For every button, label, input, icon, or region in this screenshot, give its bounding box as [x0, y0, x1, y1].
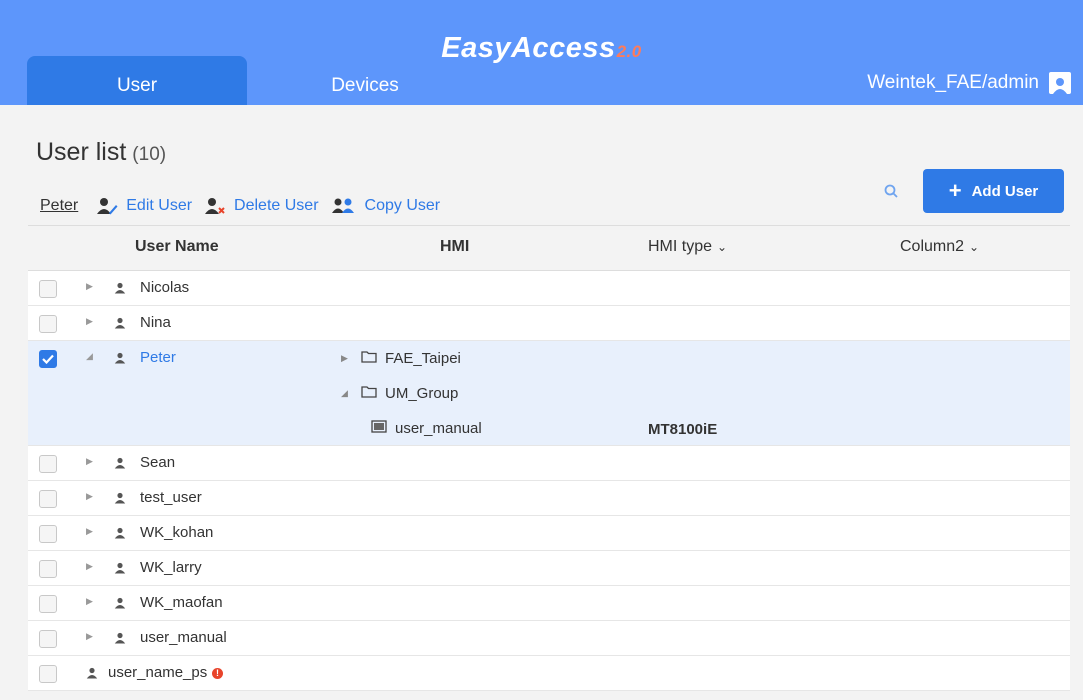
caret-right-icon[interactable]: ▶: [86, 491, 93, 502]
person-icon: [86, 666, 98, 683]
hmi-device-icon: [371, 420, 395, 437]
caret-down-icon: ◢: [341, 388, 348, 398]
person-icon: [114, 596, 126, 613]
caret-right-icon[interactable]: ▶: [86, 526, 93, 537]
col-user-name: User Name: [135, 238, 219, 255]
row-checkbox[interactable]: [39, 280, 57, 298]
row-checkbox[interactable]: [39, 350, 57, 368]
caret-right-icon[interactable]: ▶: [86, 631, 93, 642]
row-checkbox[interactable]: [39, 595, 57, 613]
user-name: user_name_ps: [108, 664, 208, 681]
search-icon: [884, 184, 898, 198]
account-name: Weintek_FAE/admin: [867, 72, 1039, 93]
user-table: User Name HMI HMI type ⌄ Column2 ⌄ ▶ Nicola…: [28, 225, 1070, 691]
caret-right-icon[interactable]: ▶: [86, 316, 93, 327]
user-account-icon: [1049, 72, 1071, 94]
table-row[interactable]: ▶ Nina: [28, 306, 1070, 341]
warning-icon: !: [212, 668, 223, 679]
table-row[interactable]: ▶ WK_kohan: [28, 516, 1070, 551]
person-icon: [114, 316, 126, 333]
user-name: Nicolas: [140, 279, 190, 296]
col-column2[interactable]: Column2 ⌄: [900, 238, 979, 256]
user-name: test_user: [140, 489, 202, 506]
chevron-down-icon: ⌄: [969, 240, 980, 254]
hmi-device-row[interactable]: user_manual: [371, 420, 482, 437]
user-count: (10): [132, 144, 167, 165]
person-icon: [114, 631, 126, 648]
copy-user-icon: [331, 198, 354, 213]
table-row[interactable]: ▶ WK_maofan: [28, 586, 1070, 621]
account-menu[interactable]: Weintek_FAE/admin: [867, 72, 1071, 94]
user-name: user_manual: [140, 629, 227, 646]
row-checkbox[interactable]: [39, 560, 57, 578]
checkmark-icon: [42, 354, 54, 364]
row-checkbox[interactable]: [39, 490, 57, 508]
edit-user-icon: [97, 198, 118, 215]
caret-right-icon[interactable]: ▶: [86, 456, 93, 467]
hmi-type-value: MT8100iE: [648, 421, 718, 438]
col-hmi-type[interactable]: HMI type ⌄: [648, 238, 727, 256]
user-toolbar: Peter Edit User Delete User Copy User: [40, 197, 452, 215]
table-row[interactable]: ▶ WK_larry: [28, 551, 1070, 586]
row-checkbox[interactable]: [39, 630, 57, 648]
table-row[interactable]: user_name_ps!: [28, 656, 1070, 691]
caret-right-icon[interactable]: ▶: [86, 281, 93, 292]
hmi-group-row[interactable]: ◢ UM_Group: [341, 385, 458, 402]
table-row[interactable]: ▶ Nicolas: [28, 271, 1070, 306]
user-name: Sean: [140, 454, 176, 471]
tab-devices[interactable]: Devices: [300, 56, 430, 105]
row-checkbox[interactable]: [39, 665, 57, 683]
user-name[interactable]: Peter: [140, 349, 176, 366]
table-header: User Name HMI HMI type ⌄ Column2 ⌄: [28, 225, 1070, 271]
hmi-group-row[interactable]: ▶ FAE_Taipei: [341, 350, 461, 367]
person-icon: [114, 456, 126, 473]
user-name: WK_larry: [140, 559, 202, 576]
row-checkbox[interactable]: [39, 315, 57, 333]
app-header: EasyAccess2.0 User Devices Weintek_FAE/a…: [0, 0, 1083, 105]
folder-icon: [361, 350, 385, 367]
user-name: WK_kohan: [140, 524, 214, 541]
caret-down-icon[interactable]: ◢: [86, 351, 93, 362]
edit-user-button[interactable]: Edit User: [96, 197, 192, 215]
user-name: Nina: [140, 314, 171, 331]
person-icon: [114, 491, 126, 508]
caret-right-icon[interactable]: ▶: [86, 596, 93, 607]
selected-user-label: Peter: [40, 197, 79, 214]
person-icon: [114, 561, 126, 578]
table-row[interactable]: ▶ Sean: [28, 446, 1070, 481]
table-row[interactable]: ▶ test_user: [28, 481, 1070, 516]
caret-right-icon: ▶: [341, 353, 348, 363]
tab-user[interactable]: User: [27, 56, 247, 105]
user-name: WK_maofan: [140, 594, 223, 611]
search-button[interactable]: [876, 176, 906, 206]
plus-icon: +: [948, 178, 962, 203]
row-checkbox[interactable]: [39, 455, 57, 473]
person-icon: [114, 526, 126, 543]
row-checkbox[interactable]: [39, 525, 57, 543]
chevron-down-icon: ⌄: [717, 240, 728, 254]
person-icon: [114, 351, 126, 368]
table-row[interactable]: ◢ Peter ▶ FAE_Taipei ◢ UM_Group user_manual MT8…: [28, 341, 1070, 446]
table-row[interactable]: ▶ user_manual: [28, 621, 1070, 656]
caret-right-icon[interactable]: ▶: [86, 561, 93, 572]
col-hmi: HMI: [440, 238, 470, 255]
add-user-button[interactable]: + Add User: [923, 169, 1064, 213]
page-title: User list (10): [36, 138, 167, 166]
copy-user-button[interactable]: Copy User: [331, 197, 440, 215]
delete-user-icon: [205, 198, 225, 214]
delete-user-button[interactable]: Delete User: [204, 197, 319, 215]
folder-icon: [361, 385, 385, 402]
person-icon: [114, 281, 126, 298]
